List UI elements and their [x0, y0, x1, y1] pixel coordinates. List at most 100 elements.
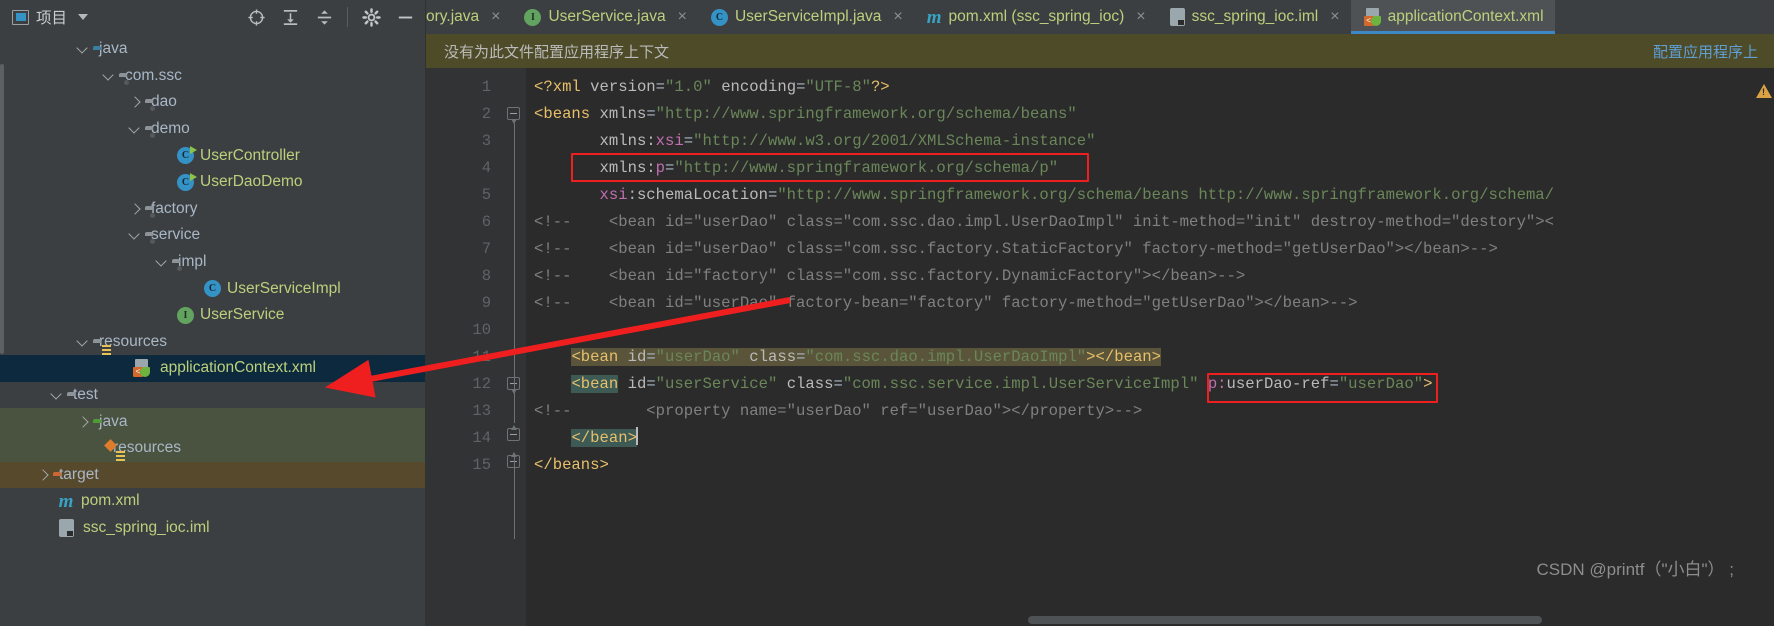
fold-collapse-icon[interactable]	[507, 107, 520, 124]
spring-xml-icon: <	[133, 359, 150, 378]
locate-icon[interactable]	[242, 3, 270, 31]
project-tree-panel: java com.ssc dao demo C UserController C…	[0, 34, 426, 626]
chevron-down-icon[interactable]	[128, 228, 142, 242]
class-runnable-icon: C	[177, 172, 197, 191]
expand-all-icon[interactable]	[276, 3, 304, 31]
configure-application-context-link[interactable]: 配置应用程序上	[1653, 41, 1758, 62]
hide-minimize-icon[interactable]	[391, 3, 419, 31]
project-title-group[interactable]: 项目	[12, 6, 89, 28]
tab-label: UserServiceImpl.java	[734, 8, 882, 25]
chevron-down-icon[interactable]	[155, 255, 169, 269]
editor-tab-bar: ory.java × I UserService.java × C UserSe…	[426, 0, 1774, 34]
code-line-8: <!-- <bean id="factory" class="com.ssc.f…	[534, 267, 1246, 285]
tree-item-label: UserService	[200, 306, 285, 324]
editor-horizontal-scrollbar[interactable]	[1028, 614, 1742, 626]
close-icon[interactable]: ×	[1330, 9, 1339, 25]
chevron-down-icon[interactable]	[128, 122, 142, 136]
tree-item-ssc-spring-ioc-iml[interactable]: ssc_spring_ioc.iml	[0, 515, 425, 542]
fold-end-icon[interactable]	[507, 425, 520, 441]
tree-item-factory[interactable]: factory	[0, 196, 425, 223]
watermark-text: CSDN @printf（"小白"） ;	[1536, 560, 1734, 579]
tree-item-test-java[interactable]: java	[0, 408, 425, 435]
tree-item-target[interactable]: target	[0, 461, 425, 489]
tree-item-usercontroller[interactable]: C UserController	[0, 142, 425, 169]
fold-marker-bean-end[interactable]	[504, 425, 526, 452]
code-line-12: <bean id="userService" class="com.ssc.se…	[571, 375, 1433, 393]
tree-item-label: ssc_spring_ioc.iml	[83, 518, 210, 536]
code-text-area[interactable]: <?xml version="1.0" encoding="UTF-8"?> <…	[526, 68, 1758, 626]
chevron-down-icon[interactable]	[76, 42, 90, 56]
fold-marker-beans-end[interactable]	[504, 452, 526, 479]
window-icon	[12, 9, 29, 25]
iml-icon	[1169, 8, 1185, 26]
tree-item-label: java	[99, 40, 128, 58]
close-icon[interactable]: ×	[491, 9, 500, 25]
warning-triangle-icon[interactable]	[1756, 84, 1772, 98]
code-line-13: <!-- <property name="userDao" ref="userD…	[534, 402, 1143, 420]
tree-item-label: applicationContext.xml	[160, 359, 316, 377]
close-icon[interactable]: ×	[1136, 9, 1145, 25]
chevron-down-icon[interactable]	[50, 388, 64, 402]
tab-label: applicationContext.xml	[1387, 8, 1544, 25]
line-number: 4	[481, 159, 491, 177]
tab-userservice-java[interactable]: I UserService.java ×	[511, 0, 698, 34]
chevron-down-icon[interactable]	[78, 14, 89, 20]
tree-item-label: java	[99, 412, 128, 430]
chevron-right-icon[interactable]	[76, 415, 90, 429]
maven-icon: m	[58, 490, 74, 512]
tree-item-com-ssc[interactable]: com.ssc	[0, 63, 425, 90]
tree-item-label: pom.xml	[81, 492, 140, 510]
tree-item-test-resources[interactable]: resources	[0, 434, 425, 462]
line-number: 9	[481, 294, 491, 312]
fold-marker-bean[interactable]	[504, 371, 526, 398]
code-line-5: xsi:schemaLocation="http://www.springfra…	[599, 186, 1555, 204]
spring-xml-icon: <	[1363, 8, 1381, 26]
tab-pom-xml[interactable]: m pom.xml (ssc_spring_ioc) ×	[913, 0, 1157, 34]
collapse-all-icon[interactable]	[310, 3, 338, 31]
fold-marker-beans[interactable]	[504, 101, 526, 128]
line-number: 7	[481, 240, 491, 258]
class-icon: C	[204, 280, 221, 298]
tree-item-resources[interactable]: resources	[0, 329, 425, 356]
settings-gear-icon[interactable]	[357, 3, 385, 31]
line-number: 2	[481, 105, 491, 123]
application-context-notification-bar: 没有为此文件配置应用程序上下文 配置应用程序上	[426, 34, 1774, 68]
tab-label: UserService.java	[548, 8, 666, 25]
tab-userserviceimpl-java[interactable]: C UserServiceImpl.java ×	[697, 0, 914, 34]
chevron-right-icon[interactable]	[128, 202, 142, 216]
tab-ssc-spring-ioc-iml[interactable]: ssc_spring_ioc.iml ×	[1156, 0, 1351, 34]
chevron-down-icon[interactable]	[102, 69, 116, 83]
tree-item-service[interactable]: service	[0, 222, 425, 249]
close-icon[interactable]: ×	[893, 9, 902, 25]
tree-item-label: target	[59, 465, 99, 483]
tree-item-label: UserDaoDemo	[200, 173, 303, 191]
tree-item-userdaodemo[interactable]: C UserDaoDemo	[0, 169, 425, 196]
tree-item-label: service	[151, 226, 201, 244]
tree-item-pom-xml[interactable]: m pom.xml	[0, 488, 425, 515]
chevron-down-icon[interactable]	[76, 335, 90, 349]
iml-icon	[59, 518, 74, 537]
chevron-right-icon[interactable]	[128, 95, 142, 109]
tab-applicationcontext-xml[interactable]: < applicationContext.xml	[1350, 0, 1555, 34]
tree-item-test[interactable]: test	[0, 382, 425, 409]
tree-item-impl[interactable]: impl	[0, 249, 425, 276]
tree-item-userserviceimpl[interactable]: C UserServiceImpl	[0, 275, 425, 302]
editor-body: 1 2 3 4 5 6 7 8 9 10 11 12 13 14 15 <?xm…	[426, 68, 1774, 626]
tree-item-dao[interactable]: dao	[0, 89, 425, 116]
tab-label: pom.xml (ssc_spring_ioc)	[948, 8, 1125, 25]
tree-item-demo[interactable]: demo	[0, 116, 425, 143]
tab-factory-java[interactable]: ory.java ×	[426, 0, 512, 34]
code-line-11: <bean id="userDao" class="com.ssc.dao.im…	[571, 348, 1162, 366]
idea-window: 项目 ory.java × I UserService.java × C Use…	[0, 0, 1774, 626]
close-icon[interactable]: ×	[678, 9, 687, 25]
tree-item-userservice[interactable]: I UserService	[0, 302, 425, 329]
chevron-right-icon[interactable]	[36, 468, 50, 482]
tree-item-java[interactable]: java	[0, 36, 425, 63]
tree-item-label: UserServiceImpl	[227, 279, 341, 297]
tree-item-applicationcontext-xml[interactable]: < applicationContext.xml	[0, 355, 425, 382]
editor-marker-bar[interactable]	[1756, 68, 1774, 626]
tree-item-label: com.ssc	[125, 66, 182, 84]
line-number: 3	[481, 132, 491, 150]
code-line-6: <!-- <bean id="userDao" class="com.ssc.d…	[534, 213, 1554, 231]
